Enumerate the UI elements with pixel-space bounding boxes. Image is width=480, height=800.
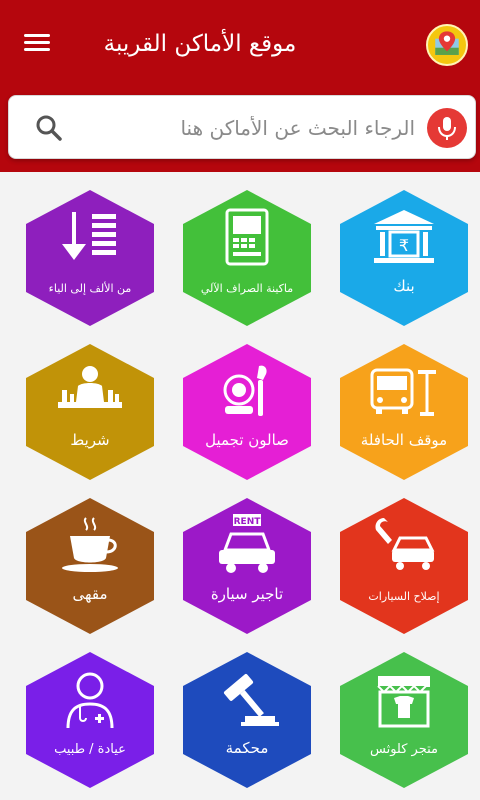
category-label: بنك bbox=[393, 277, 415, 295]
category-clothing-store[interactable]: متجر كلوثس bbox=[340, 652, 468, 788]
svg-text:₹: ₹ bbox=[399, 236, 409, 255]
coffee-cup-icon bbox=[50, 514, 130, 578]
atm-machine-icon bbox=[207, 206, 287, 270]
category-bus-stop[interactable]: موقف الحافلة bbox=[340, 344, 468, 480]
bank-building-icon: ₹ bbox=[364, 206, 444, 270]
category-label: تاجير سيارة bbox=[210, 585, 284, 603]
category-court[interactable]: محكمة bbox=[183, 652, 311, 788]
search-icon[interactable] bbox=[33, 112, 65, 144]
category-label: صالون تجميل bbox=[205, 431, 289, 449]
category-label: إصلاح السيارات bbox=[368, 590, 440, 603]
category-bank[interactable]: ₹ بنك bbox=[340, 190, 468, 326]
category-label: ماكينة الصراف الآلي bbox=[200, 282, 294, 295]
clothing-store-icon bbox=[364, 668, 444, 732]
category-car-rental[interactable]: RENT تاجير سيارة bbox=[183, 498, 311, 634]
microphone-icon[interactable] bbox=[427, 108, 467, 148]
menu-line bbox=[24, 48, 50, 51]
search-input[interactable] bbox=[79, 106, 415, 150]
category-label: متجر كلوثس bbox=[370, 742, 438, 757]
rent-sign-text: RENT bbox=[234, 517, 262, 527]
category-label: شريط bbox=[70, 431, 110, 449]
category-label: محكمة bbox=[225, 739, 269, 757]
makeup-brush-icon bbox=[207, 360, 287, 424]
category-a-to-z[interactable]: من الألف إلى الياء bbox=[26, 190, 154, 326]
category-label: مقهى bbox=[72, 585, 108, 603]
sort-az-icon bbox=[50, 206, 130, 270]
bartender-icon bbox=[50, 360, 130, 424]
category-bar[interactable]: شريط bbox=[26, 344, 154, 480]
gavel-icon bbox=[207, 668, 287, 732]
doctor-icon bbox=[50, 668, 130, 732]
map-pin-logo-icon bbox=[426, 24, 468, 66]
car-rent-icon: RENT bbox=[207, 514, 287, 578]
app-title: موقع الأماكن القريبة bbox=[103, 31, 297, 57]
category-label: عيادة / طبيب bbox=[54, 742, 126, 757]
search-bar bbox=[8, 95, 476, 159]
category-beauty-salon[interactable]: صالون تجميل bbox=[183, 344, 311, 480]
category-atm[interactable]: ماكينة الصراف الآلي bbox=[183, 190, 311, 326]
menu-line bbox=[24, 34, 50, 37]
menu-button[interactable] bbox=[22, 30, 52, 58]
category-car-repair[interactable]: إصلاح السيارات bbox=[340, 498, 468, 634]
category-grid: ₹ بنك ماكينة الصراف الآلي من الألف إلى ا… bbox=[0, 172, 480, 800]
app-bar: موقع الأماكن القريبة bbox=[0, 0, 480, 172]
menu-line bbox=[24, 41, 50, 44]
category-cafe[interactable]: مقهى bbox=[26, 498, 154, 634]
category-label: من الألف إلى الياء bbox=[48, 282, 132, 295]
bus-stop-icon bbox=[364, 360, 444, 424]
category-doctor[interactable]: عيادة / طبيب bbox=[26, 652, 154, 788]
car-repair-icon bbox=[364, 514, 444, 578]
category-label: موقف الحافلة bbox=[360, 431, 448, 449]
